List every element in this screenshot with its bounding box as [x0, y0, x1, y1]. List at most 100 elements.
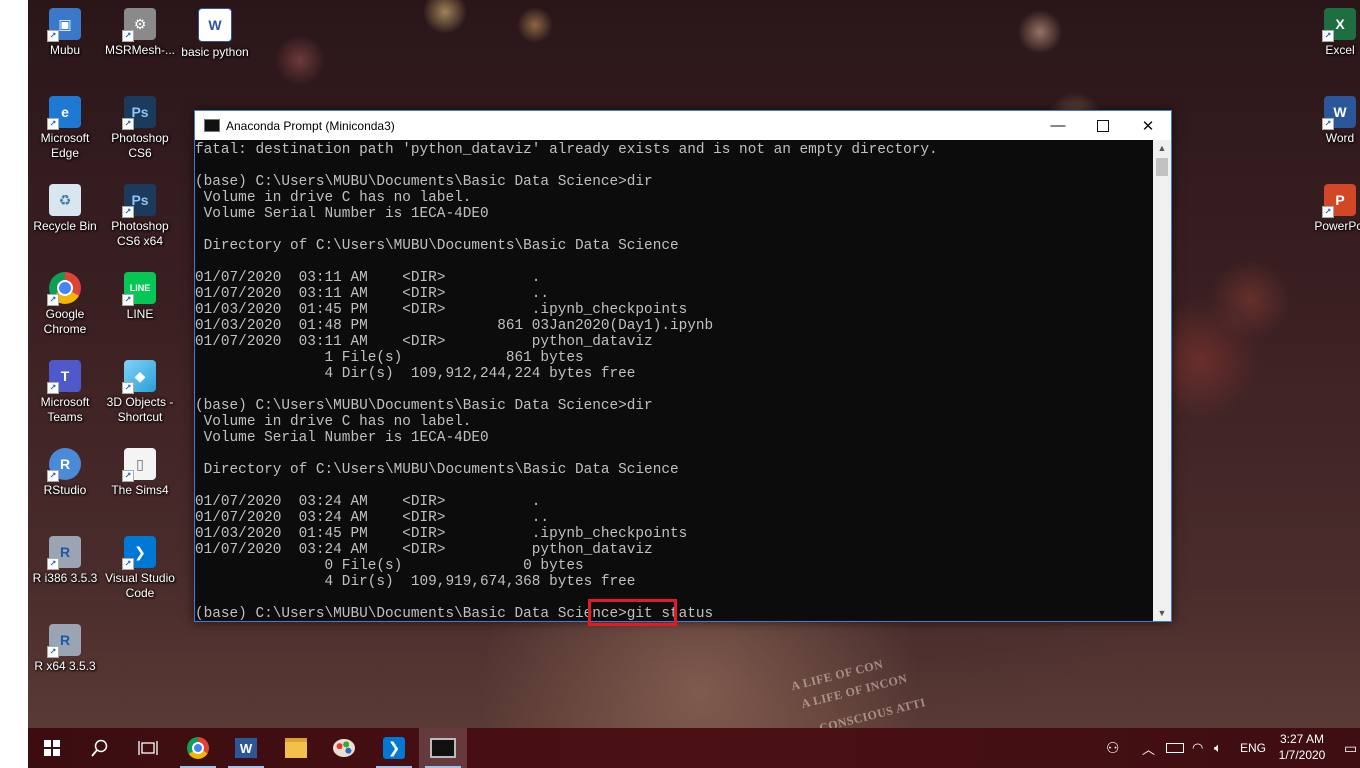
window-titlebar[interactable]: Anaconda Prompt (Miniconda3) — ✕ [195, 111, 1171, 140]
desktop-icon-basic-python[interactable]: W basic python [177, 8, 253, 60]
console-line: (base) C:\Users\MUBU\Documents\Basic Dat… [195, 174, 653, 190]
console-line: Volume Serial Number is 1ECA-4DE0 [195, 206, 489, 222]
task-view-button[interactable] [124, 728, 172, 768]
desktop-icon-label: R x64 3.5.3 [34, 659, 96, 673]
chrome-icon: ↗ [47, 272, 81, 306]
taskbar-word[interactable]: W [222, 728, 270, 768]
file-icon: ▯ ↗ [122, 448, 156, 482]
console-line: 01/03/2020 01:45 PM <DIR> .ipynb_checkpo… [195, 302, 688, 318]
maximize-button[interactable] [1080, 111, 1126, 140]
language-indicator[interactable]: ENG [1240, 728, 1266, 768]
desktop-icon-r-i386[interactable]: R ↗ R i386 3.5.3 [27, 536, 103, 586]
minimize-button[interactable]: — [1035, 111, 1081, 140]
vertical-scrollbar[interactable]: ▲ ▼ [1153, 140, 1171, 621]
desktop-icon-teams[interactable]: T ↗ Microsoft Teams [27, 360, 103, 425]
screen-edge [0, 0, 28, 728]
console-line: 01/07/2020 03:24 AM <DIR> python_dataviz [195, 542, 653, 558]
desktop-icon-chrome[interactable]: ↗ Google Chrome [27, 272, 103, 337]
desktop-icon-msrmesh[interactable]: ⚙ ↗ MSRMesh-... [102, 8, 178, 58]
desktop-icon-label: Visual Studio Code [105, 571, 175, 600]
desktop-icon-label: The Sims4 [111, 483, 169, 497]
close-icon: ✕ [1141, 117, 1155, 135]
desktop-icon-label: Google Chrome [43, 307, 87, 336]
chrome-icon [187, 737, 209, 759]
scroll-thumb[interactable] [1156, 158, 1168, 176]
window-title: Anaconda Prompt (Miniconda3) [226, 118, 395, 133]
console-line: Directory of C:\Users\MUBU\Documents\Bas… [195, 462, 679, 478]
desktop-icon-label: RStudio [43, 483, 87, 497]
show-hidden-icons-button[interactable]: ︿ [1142, 728, 1155, 768]
taskbar-file-explorer[interactable] [272, 728, 320, 768]
scroll-up-icon[interactable]: ▲ [1153, 140, 1171, 156]
line-icon: LINE ↗ [122, 272, 156, 306]
clock-time: 3:27 AM [1279, 732, 1325, 746]
console-line: 01/07/2020 03:24 AM <DIR> .. [195, 510, 550, 526]
close-button[interactable]: ✕ [1125, 111, 1171, 140]
console-line: 01/07/2020 03:24 AM <DIR> . [195, 494, 541, 510]
photoshop-icon: Ps ↗ [122, 96, 156, 130]
desktop-icon-vscode[interactable]: ❯ ↗ Visual Studio Code [102, 536, 178, 601]
anaconda-prompt-window[interactable]: Anaconda Prompt (Miniconda3) — ✕ fatal: … [194, 110, 1172, 622]
desktop-icon-label: Microsoft Teams [40, 395, 90, 424]
language-label: ENG [1240, 741, 1267, 755]
search-button[interactable] [76, 728, 124, 768]
taskbar-vscode[interactable]: ❯ [370, 728, 418, 768]
taskbar-paint[interactable] [320, 728, 368, 768]
console-line: Volume in drive C has no label. [195, 190, 472, 206]
desktop-icon-label: 3D Objects - Shortcut [106, 395, 174, 424]
console-line: 0 File(s) 0 bytes [195, 558, 584, 574]
desktop-icon-mubu[interactable]: ▣ ↗ Mubu [27, 8, 103, 58]
desktop-icon-rstudio[interactable]: R ↗ RStudio [27, 448, 103, 498]
desktop-icon-powerpoint[interactable]: P↗ PowerPoi [1302, 184, 1360, 234]
console-line: 01/07/2020 03:11 AM <DIR> . [195, 270, 541, 286]
volume-indicator[interactable]: 🔈︎ [1214, 728, 1222, 768]
desktop-icon-label: Mubu [49, 43, 81, 57]
taskbar-anaconda-prompt[interactable] [419, 728, 467, 768]
people-button[interactable]: ⚇ [1106, 728, 1119, 768]
battery-indicator[interactable] [1166, 728, 1184, 768]
desktop-icon-label: Recycle Bin [33, 219, 97, 233]
desktop-icon-label: Photoshop CS6 x64 [111, 219, 169, 248]
console-line: 1 File(s) 861 bytes [195, 350, 584, 366]
desktop-icon-label: LINE [126, 307, 154, 321]
desktop-icon-recycle-bin[interactable]: ♻ Recycle Bin [27, 184, 103, 234]
desktop-icon-label: R i386 3.5.3 [32, 571, 98, 585]
desktop-icon-3d-objects[interactable]: ◆ ↗ 3D Objects - Shortcut [102, 360, 178, 425]
vscode-icon: ❯ ↗ [122, 536, 156, 570]
console-line: 01/07/2020 03:11 AM <DIR> python_dataviz [195, 334, 653, 350]
desktop-icon-photoshop[interactable]: Ps ↗ Photoshop CS6 [102, 96, 178, 161]
console-output[interactable]: fatal: destination path 'python_dataviz'… [195, 140, 1153, 623]
r-icon: R ↗ [47, 624, 81, 658]
r-icon: R ↗ [47, 536, 81, 570]
console-line: (base) C:\Users\MUBU\Documents\Basic Dat… [195, 398, 653, 414]
desktop-icon-label: Photoshop CS6 [111, 131, 169, 160]
desktop-icon-label: Microsoft Edge [40, 131, 90, 160]
chevron-up-icon: ︿ [1142, 741, 1156, 757]
scroll-down-icon[interactable]: ▼ [1153, 605, 1171, 621]
action-center-button[interactable]: ▭ [1344, 728, 1357, 768]
console-line: fatal: destination path 'python_dataviz'… [195, 142, 938, 158]
clock[interactable]: 3:27 AM 1/7/2020 [1272, 731, 1332, 763]
desktop-icon-word[interactable]: W ↗ Word [1302, 96, 1360, 146]
edge-icon: e ↗ [47, 96, 81, 130]
search-icon [91, 739, 108, 757]
minimize-icon: — [1050, 117, 1066, 134]
desktop-icon-excel[interactable]: X ↗ Excel [1302, 8, 1360, 58]
start-button[interactable] [28, 728, 76, 768]
desktop-icon-line[interactable]: LINE ↗ LINE [102, 272, 178, 322]
desktop-icon-photoshop-x64[interactable]: Ps ↗ Photoshop CS6 x64 [102, 184, 178, 249]
desktop-icon-edge[interactable]: e ↗ Microsoft Edge [27, 96, 103, 161]
windows-icon [44, 740, 60, 756]
desktop-icon-sims4[interactable]: ▯ ↗ The Sims4 [102, 448, 178, 498]
console-line: 4 Dir(s) 109,912,244,224 bytes free [195, 366, 636, 382]
network-indicator[interactable]: ◠ [1192, 728, 1203, 768]
taskbar-chrome[interactable] [174, 728, 222, 768]
terminal-icon [430, 738, 456, 758]
desktop-icon-r-x64[interactable]: R ↗ R x64 3.5.3 [27, 624, 103, 674]
vscode-icon: ❯ [383, 737, 405, 759]
